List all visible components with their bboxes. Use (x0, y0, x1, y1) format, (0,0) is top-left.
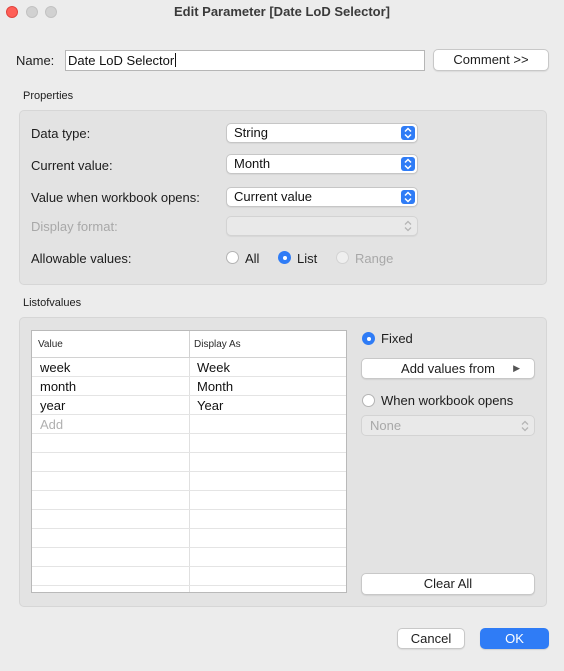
name-input[interactable]: Date LoD Selector (65, 50, 425, 71)
cell-value[interactable]: month (40, 379, 76, 394)
allowable-range-radio (336, 251, 349, 264)
empty-row (32, 529, 346, 548)
current-value-value: Month (234, 156, 271, 171)
allowable-all-radio[interactable] (226, 251, 239, 264)
cell-display-as[interactable]: Week (197, 360, 230, 375)
workbook-opens-value: Current value (234, 189, 313, 204)
clear-all-button[interactable]: Clear All (361, 573, 535, 595)
current-value-label: Current value: (31, 158, 113, 173)
workbook-opens-select[interactable]: Current value (226, 187, 418, 207)
triangle-right-icon: ▶ (513, 363, 520, 373)
cell-value[interactable]: week (40, 360, 70, 375)
chevron-updown-icon (401, 190, 415, 204)
empty-row (32, 472, 346, 491)
add-row-placeholder[interactable]: Add (40, 417, 63, 432)
workbook-opens-source-select: None (361, 415, 535, 436)
table-header: Value Display As (32, 331, 346, 358)
column-header-value[interactable]: Value (38, 339, 63, 350)
when-workbook-opens-label: When workbook opens (381, 393, 514, 408)
column-divider[interactable] (189, 331, 190, 358)
title-bar: Edit Parameter [Date LoD Selector] (0, 0, 564, 24)
allowable-all-label: All (245, 251, 260, 266)
cell-display-as[interactable]: Month (197, 379, 233, 394)
name-input-value: Date LoD Selector (68, 53, 175, 68)
workbook-opens-label: Value when workbook opens: (31, 190, 200, 205)
comment-button[interactable]: Comment >> (433, 49, 549, 71)
fixed-label: Fixed (381, 331, 413, 346)
text-caret (175, 53, 177, 67)
allowable-list-radio[interactable] (278, 251, 291, 264)
empty-row (32, 453, 346, 472)
window-title: Edit Parameter [Date LoD Selector] (173, 4, 390, 19)
current-value-select[interactable]: Month (226, 154, 418, 174)
empty-row (32, 548, 346, 567)
empty-row (32, 491, 346, 510)
name-label: Name: (16, 53, 55, 68)
allowable-range-label: Range (355, 251, 394, 266)
data-type-label: Data type: (31, 126, 91, 141)
table-row[interactable]: month Month (32, 377, 346, 396)
empty-row (32, 434, 346, 453)
cell-value[interactable]: year (40, 398, 65, 413)
allowable-values-label: Allowable values: (31, 251, 132, 266)
ok-button[interactable]: OK (480, 628, 549, 649)
display-format-label: Display format: (31, 219, 118, 234)
data-type-value: String (234, 125, 268, 140)
none-select-value: None (370, 418, 402, 433)
add-row[interactable]: Add (32, 415, 346, 434)
allowable-list-label: List (297, 251, 318, 266)
cell-display-as[interactable]: Year (197, 398, 223, 413)
properties-section-title: Properties (23, 90, 74, 102)
chevron-updown-icon (401, 157, 415, 171)
chevron-updown-icon (521, 420, 529, 432)
fixed-radio[interactable] (362, 332, 375, 345)
add-values-from-button[interactable]: Add values from ▶ (361, 358, 535, 379)
empty-row (32, 567, 346, 586)
display-format-select (226, 216, 418, 236)
data-type-select[interactable]: String (226, 123, 418, 143)
cancel-button[interactable]: Cancel (397, 628, 465, 649)
chevron-updown-icon (401, 219, 415, 233)
when-workbook-opens-radio[interactable] (362, 394, 375, 407)
table-row[interactable]: year Year (32, 396, 346, 415)
values-table: Value Display As week Week month Month y… (31, 330, 347, 593)
add-values-from-label: Add values from (401, 361, 495, 376)
column-header-display-as[interactable]: Display As (194, 339, 241, 350)
chevron-updown-icon (401, 126, 415, 140)
list-of-values-title: Listofvalues (23, 297, 82, 309)
table-row[interactable]: week Week (32, 358, 346, 377)
empty-row (32, 510, 346, 529)
